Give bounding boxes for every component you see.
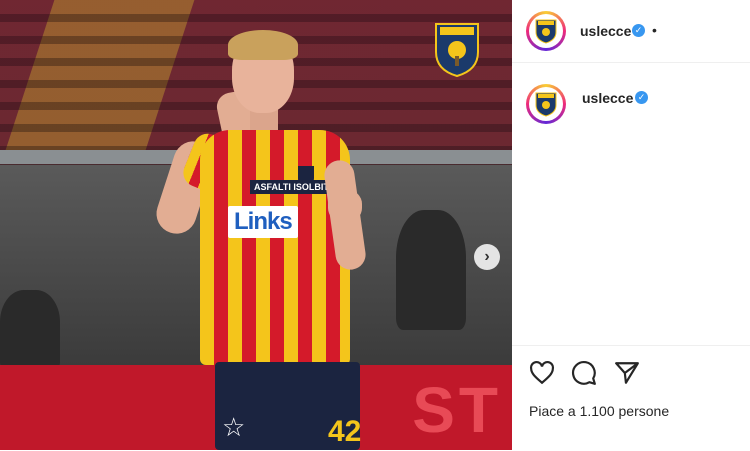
- post-media[interactable]: ST ASFALTI ISOLBIT Links ☆ 42 ›: [0, 0, 512, 450]
- verified-badge-icon: ✓: [635, 91, 648, 104]
- comment-username[interactable]: uslecce: [582, 90, 633, 106]
- header-dot: •: [652, 22, 657, 38]
- advertising-board-text: ST: [412, 374, 502, 446]
- shirt-sponsor-main: Links: [228, 206, 298, 238]
- heart-icon[interactable]: [529, 360, 555, 386]
- post-side-panel: uslecce ✓ • uslecce ✓ Piace a 1.100 pers…: [512, 0, 750, 450]
- post-actions: Piace a 1.100 persone: [512, 345, 750, 451]
- shirt-sponsor-main-text: Links: [234, 208, 293, 235]
- post-header: uslecce ✓ •: [512, 0, 750, 63]
- shorts-star-icon: ☆: [222, 412, 246, 442]
- club-crest-icon: [535, 92, 557, 117]
- likes-count[interactable]: Piace a 1.100 persone: [529, 403, 669, 419]
- next-media-button[interactable]: ›: [474, 244, 500, 270]
- shirt-sponsor-top: ASFALTI ISOLBIT: [250, 180, 333, 194]
- player-hand-right: [328, 190, 362, 222]
- player-figure: ASFALTI ISOLBIT Links ☆ 42: [151, 30, 390, 450]
- avatar[interactable]: [526, 11, 566, 51]
- verified-badge-icon: ✓: [632, 24, 645, 37]
- paper-plane-icon[interactable]: [614, 360, 640, 386]
- club-crest-icon: [535, 19, 557, 44]
- avatar[interactable]: [526, 84, 566, 124]
- crowd-figure: [396, 210, 466, 330]
- chevron-right-icon: ›: [484, 248, 490, 265]
- player-hair: [228, 30, 298, 60]
- shorts-number: 42: [328, 415, 362, 448]
- crowd-figure: [0, 290, 60, 370]
- post-username[interactable]: uslecce: [580, 23, 631, 39]
- club-crest-icon: [435, 23, 479, 78]
- comment-icon[interactable]: [571, 360, 597, 386]
